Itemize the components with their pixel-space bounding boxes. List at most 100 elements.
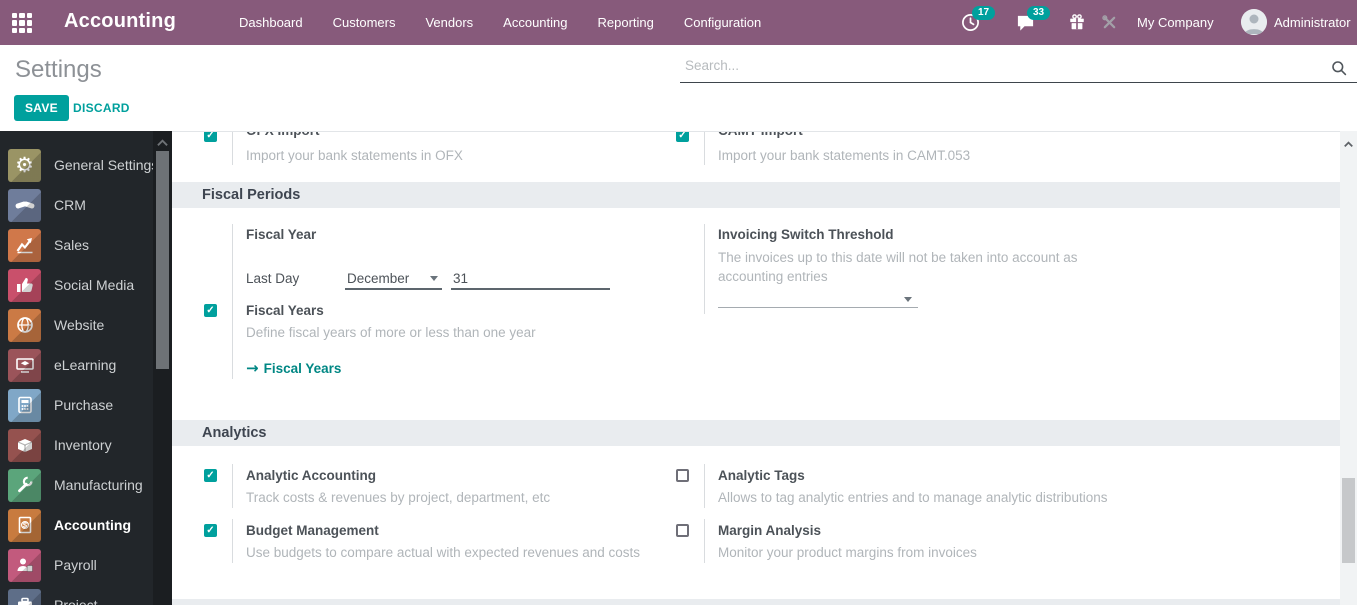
sidebar-item-label: Inventory: [54, 437, 112, 453]
analytic-accounting-checkbox[interactable]: ✓: [204, 469, 217, 482]
divider: [232, 132, 233, 165]
ofx-import-title: OFX Import: [246, 132, 320, 138]
activities-icon[interactable]: 17: [961, 6, 996, 37]
sidebar-item-purchase[interactable]: Purchase: [0, 385, 172, 425]
fiscal-month-select[interactable]: December: [345, 269, 442, 290]
menu-accounting[interactable]: Accounting: [497, 11, 573, 34]
sidebar-item-accounting[interactable]: $ Accounting: [0, 505, 172, 545]
messages-badge: 33: [1027, 6, 1051, 20]
sidebar-item-social-media[interactable]: Social Media: [0, 265, 172, 305]
scroll-up-icon[interactable]: [157, 134, 168, 152]
chevron-down-icon: [430, 276, 438, 281]
sidebar-item-payroll[interactable]: Payroll: [0, 545, 172, 585]
sidebar-item-project[interactable]: Project: [0, 585, 172, 605]
search-icon[interactable]: [1331, 60, 1347, 81]
fiscal-years-desc: Define fiscal years of more or less than…: [246, 325, 536, 340]
menu-configuration[interactable]: Configuration: [678, 11, 767, 34]
fiscal-day-input[interactable]: [451, 269, 610, 288]
fiscal-day-field: [451, 269, 610, 290]
threshold-title: Invoicing Switch Threshold: [718, 227, 894, 242]
analytic-accounting-title: Analytic Accounting: [246, 468, 377, 483]
sidebar-item-label: Payroll: [54, 557, 97, 573]
menu-customers[interactable]: Customers: [327, 11, 402, 34]
general-settings-icon: ⚙: [8, 148, 41, 182]
thumbs-up-icon: [8, 268, 41, 302]
page-title: Settings: [15, 56, 102, 83]
discard-button[interactable]: DISCARD: [73, 101, 130, 115]
analytic-tags-checkbox[interactable]: [676, 469, 689, 482]
fiscal-years-checkbox[interactable]: ✓: [204, 304, 217, 317]
menu-dashboard[interactable]: Dashboard: [233, 11, 309, 34]
top-navbar: Accounting Dashboard Customers Vendors A…: [0, 0, 1357, 45]
sidebar-item-label: Purchase: [54, 397, 114, 413]
budget-management-checkbox[interactable]: ✓: [204, 524, 217, 537]
nav-menu: Dashboard Customers Vendors Accounting R…: [233, 0, 767, 45]
sidebar-item-sales[interactable]: Sales: [0, 225, 172, 265]
margin-analysis-checkbox[interactable]: [676, 524, 689, 537]
content-scrollbar-thumb[interactable]: [1342, 478, 1355, 563]
sidebar-item-elearning[interactable]: eLearning: [0, 345, 172, 385]
sales-chart-icon: [8, 228, 41, 262]
sidebar-item-label: Website: [54, 317, 105, 333]
apps-sidebar: ⚙ General Settings CRM Sales Social Medi…: [0, 131, 172, 605]
project-icon: [8, 588, 41, 605]
content-scrollbar[interactable]: [1340, 131, 1357, 605]
messages-icon[interactable]: 33: [1016, 6, 1051, 37]
divider: [704, 132, 705, 165]
accounting-settings-page: Accounting Dashboard Customers Vendors A…: [0, 0, 1357, 605]
divider: [232, 224, 233, 300]
user-avatar[interactable]: [1241, 9, 1267, 35]
divider: [704, 464, 705, 508]
margin-analysis-desc: Monitor your product margins from invoic…: [718, 545, 977, 560]
ofx-import-checkbox[interactable]: ✓: [204, 132, 217, 142]
camt-import-desc: Import your bank statements in CAMT.053: [718, 148, 971, 163]
elearning-icon: [8, 348, 41, 382]
accounting-bill-icon: $: [8, 508, 41, 542]
tools-icon[interactable]: [1101, 14, 1118, 36]
activities-badge: 17: [972, 6, 996, 20]
settings-content: ✓ OFX Import Import your bank statements…: [172, 131, 1340, 605]
fiscal-years-link[interactable]: → Fiscal Years: [246, 359, 341, 377]
sidebar-item-general-settings[interactable]: ⚙ General Settings: [0, 145, 172, 185]
threshold-date-select[interactable]: [718, 290, 918, 308]
svg-text:$: $: [22, 521, 27, 530]
analytic-accounting-desc: Track costs & revenues by project, depar…: [246, 490, 551, 505]
menu-vendors[interactable]: Vendors: [419, 11, 479, 34]
fiscal-years-title: Fiscal Years: [246, 303, 324, 318]
sidebar-item-label: Accounting: [54, 517, 131, 533]
user-name[interactable]: Administrator: [1274, 15, 1351, 30]
app-title[interactable]: Accounting: [64, 10, 176, 33]
budget-management-desc: Use budgets to compare actual with expec…: [246, 545, 640, 560]
camt-import-title: CAMT Import: [718, 132, 803, 138]
sidebar-scrollbar[interactable]: [153, 131, 172, 605]
divider: [704, 224, 705, 314]
sidebar-scrollbar-thumb[interactable]: [156, 151, 169, 369]
analytic-tags-title: Analytic Tags: [718, 468, 805, 483]
purchase-icon: [8, 388, 41, 422]
sidebar-item-manufacturing[interactable]: Manufacturing: [0, 465, 172, 505]
next-section-header-partial: [172, 599, 1340, 605]
divider: [232, 464, 233, 508]
sidebar-item-label: Project: [54, 597, 98, 605]
menu-reporting[interactable]: Reporting: [592, 11, 660, 34]
budget-management-title: Budget Management: [246, 523, 379, 538]
gift-icon[interactable]: [1068, 13, 1086, 36]
wrench-icon: [8, 468, 41, 502]
save-button[interactable]: SAVE: [14, 95, 69, 121]
company-switcher[interactable]: My Company: [1137, 15, 1214, 30]
search-input[interactable]: [685, 58, 1305, 73]
sidebar-item-website[interactable]: Website: [0, 305, 172, 345]
camt-import-checkbox[interactable]: ✓: [676, 132, 689, 142]
scroll-up-icon[interactable]: [1344, 135, 1353, 153]
divider: [232, 299, 233, 379]
sidebar-item-label: Social Media: [54, 277, 135, 293]
divider: [704, 519, 705, 563]
sidebar-item-label: Sales: [54, 237, 90, 253]
apps-menu-icon[interactable]: [12, 13, 32, 33]
chevron-down-icon: [904, 297, 912, 302]
sidebar-item-crm[interactable]: CRM: [0, 185, 172, 225]
crm-handshake-icon: [8, 188, 41, 222]
sidebar-item-inventory[interactable]: Inventory: [0, 425, 172, 465]
last-day-label: Last Day: [246, 271, 300, 286]
margin-analysis-title: Margin Analysis: [718, 523, 822, 538]
